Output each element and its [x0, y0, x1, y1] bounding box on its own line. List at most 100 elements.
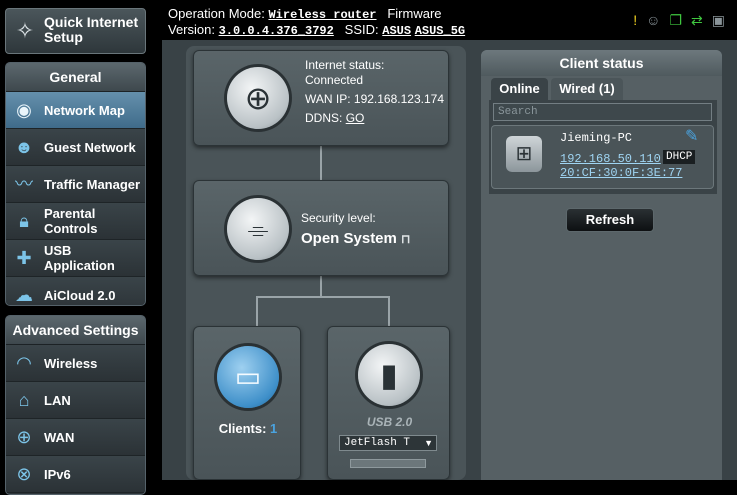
sidebar-item-wan[interactable]: ⊕ WAN — [6, 419, 145, 456]
unlock-icon: ⊓ — [401, 232, 411, 246]
usb-device-value: JetFlash T — [344, 437, 411, 449]
internet-info: Internet status: Connected WAN IP: 192.1… — [305, 58, 447, 126]
sidebar-item-label: Traffic Manager — [44, 176, 141, 192]
connector-line — [320, 146, 322, 180]
firmware-version-link[interactable]: 3.0.0.4.376_3792 — [219, 24, 334, 38]
ssid-5g-link[interactable]: ASUS_5G — [415, 24, 465, 38]
usb-card[interactable]: ▮ USB 2.0 JetFlash T ▼ — [327, 326, 450, 480]
monitor-icon: ▭ — [234, 361, 262, 392]
sidebar-item-guest-network[interactable]: ☻ Guest Network — [6, 129, 145, 166]
sidebar-item-label: Guest Network — [44, 139, 136, 155]
users-icon[interactable]: ☺ — [646, 12, 660, 28]
sidebar-item-label: Parental Controls — [44, 206, 98, 236]
copy-icon[interactable]: ❐ — [669, 12, 682, 28]
sidebar-item-label: Network Map — [44, 102, 125, 118]
router-security-card[interactable]: ⌯ Security level: Open System ⊓ — [193, 180, 449, 276]
security-level-line: Open System ⊓ — [301, 230, 410, 247]
usb-icon[interactable]: ⇄ — [691, 12, 703, 28]
magic-wand-icon: ✧ — [15, 18, 35, 43]
sidebar-item-traffic-manager[interactable]: 〰 Traffic Manager — [6, 166, 145, 203]
sidebar-item-network-map[interactable]: ◉ Network Map — [6, 92, 145, 129]
ipv6-globe-icon: ⊗ — [16, 464, 32, 484]
sidebar-item-label: IPv6 — [44, 466, 71, 482]
client-list-item[interactable]: ⊞ Jieming-PC ✎ 192.168.50.110 DHCP 20:CF… — [491, 125, 714, 189]
general-menu: General ◉ Network Map ☻ Guest Network 〰 … — [5, 62, 146, 306]
sidebar-item-label: WAN — [44, 429, 75, 445]
ddns-line: DDNS: GO — [305, 111, 447, 126]
sidebar-item-wireless[interactable]: ◠ Wireless — [6, 345, 145, 382]
tab-wired[interactable]: Wired (1) — [551, 78, 623, 100]
puzzle-icon: ✚ — [16, 248, 32, 268]
sidebar-item-parental-controls[interactable]: 🔒︎ Parental Controls — [6, 203, 145, 240]
usb-drive-icon: ▮ — [380, 357, 398, 393]
wan-ip-line: WAN IP: 192.168.123.174 — [305, 92, 447, 107]
client-name: Jieming-PC — [560, 131, 633, 145]
internet-status-value: Connected — [305, 73, 364, 87]
operation-mode-link[interactable]: Wireless router — [268, 8, 376, 22]
sidebar-item-lan[interactable]: ⌂ LAN — [6, 382, 145, 419]
client-status-title: Client status — [481, 50, 722, 76]
advanced-settings-menu: Advanced Settings ◠ Wireless ⌂ LAN ⊕ WAN… — [5, 315, 146, 495]
wifi-icon: ◠ — [16, 353, 32, 373]
windows-pc-icon: ⊞ — [515, 143, 533, 165]
traffic-chart-icon: 〰 — [15, 174, 33, 194]
sidebar-item-usb-application[interactable]: ✚ USB Application — [6, 240, 145, 277]
client-search-input[interactable]: Search — [493, 103, 712, 121]
globe-icon: ⊕ — [244, 80, 272, 116]
security-level-value: Open System — [301, 230, 397, 247]
edit-client-icon[interactable]: ✎ — [685, 126, 698, 146]
printer-icon[interactable]: ▣ — [712, 12, 725, 28]
internet-status-card[interactable]: ⊕ Internet status: Connected WAN IP: 192… — [193, 50, 449, 146]
network-map-icon: ◉ — [16, 100, 32, 120]
client-ip-link[interactable]: 192.168.50.110 — [560, 152, 661, 166]
cloud-icon: ☁ — [15, 285, 33, 305]
version-line: Version: 3.0.0.4.376_3792 SSID: ASUS ASU… — [168, 22, 465, 38]
home-icon: ⌂ — [18, 390, 30, 410]
operation-mode-line: Operation Mode: Wireless router Firmware — [168, 6, 442, 22]
sidebar-item-ipv6[interactable]: ⊗ IPv6 — [6, 456, 145, 493]
general-header: General — [6, 63, 145, 92]
sidebar-item-label: LAN — [44, 392, 71, 408]
usb-device-button[interactable]: ▮ — [358, 344, 420, 406]
clients-label: Clients: — [218, 421, 267, 436]
refresh-button[interactable]: Refresh — [566, 208, 654, 232]
top-status-bar: Operation Mode: Wireless router Firmware… — [162, 0, 737, 40]
clients-line: Clients: 1 — [194, 421, 302, 436]
tab-online[interactable]: Online — [491, 78, 548, 100]
globe-icon: ⊕ — [16, 427, 32, 447]
connector-line — [256, 296, 389, 298]
wan-ip-value: 192.168.123.174 — [353, 92, 444, 106]
top-status-icons: ! ☺ ❐ ⇄ ▣ — [633, 12, 725, 28]
operation-mode-label: Operation Mode: — [168, 6, 265, 21]
internet-status-label: Internet status: — [305, 58, 385, 72]
usb-capacity-bar — [350, 459, 426, 468]
client-device-avatar: ⊞ — [506, 136, 542, 172]
quick-internet-setup-label: Quick Internet Setup — [44, 14, 139, 45]
clients-button[interactable]: ▭ — [217, 346, 279, 408]
sidebar-item-label: Wireless — [44, 355, 98, 371]
notification-icon[interactable]: ! — [633, 12, 637, 28]
ddns-label: DDNS: — [305, 111, 343, 125]
client-mac-link[interactable]: 20:CF:30:0F:3E:77 — [560, 166, 682, 180]
sidebar-item-aicloud[interactable]: ☁ AiCloud 2.0 — [6, 277, 145, 305]
usb-version-label: USB 2.0 — [366, 415, 413, 429]
lock-icon: 🔒︎ — [19, 211, 29, 231]
connector-line — [388, 296, 390, 326]
ssid-label: SSID: — [344, 22, 379, 37]
guest-users-icon: ☻ — [14, 137, 34, 157]
router-button[interactable]: ⌯ — [227, 198, 289, 260]
advanced-settings-header: Advanced Settings — [6, 316, 145, 345]
version-label: Version: — [168, 22, 215, 37]
ssid-24g-link[interactable]: ASUS — [382, 24, 411, 38]
connector-line — [256, 296, 258, 326]
ddns-go-link[interactable]: GO — [346, 111, 365, 125]
sidebar-item-label: USB Application — [44, 243, 115, 273]
router-icon: ⌯ — [247, 214, 269, 244]
quick-internet-setup-button[interactable]: ✧ Quick Internet Setup — [5, 8, 146, 54]
clients-card[interactable]: ▭ Clients: 1 — [193, 326, 301, 480]
sidebar-item-label: AiCloud 2.0 — [44, 287, 116, 303]
connector-line — [320, 276, 322, 296]
clients-count: 1 — [270, 421, 278, 436]
usb-device-select[interactable]: JetFlash T ▼ — [339, 435, 437, 451]
internet-globe-button[interactable]: ⊕ — [227, 67, 289, 129]
